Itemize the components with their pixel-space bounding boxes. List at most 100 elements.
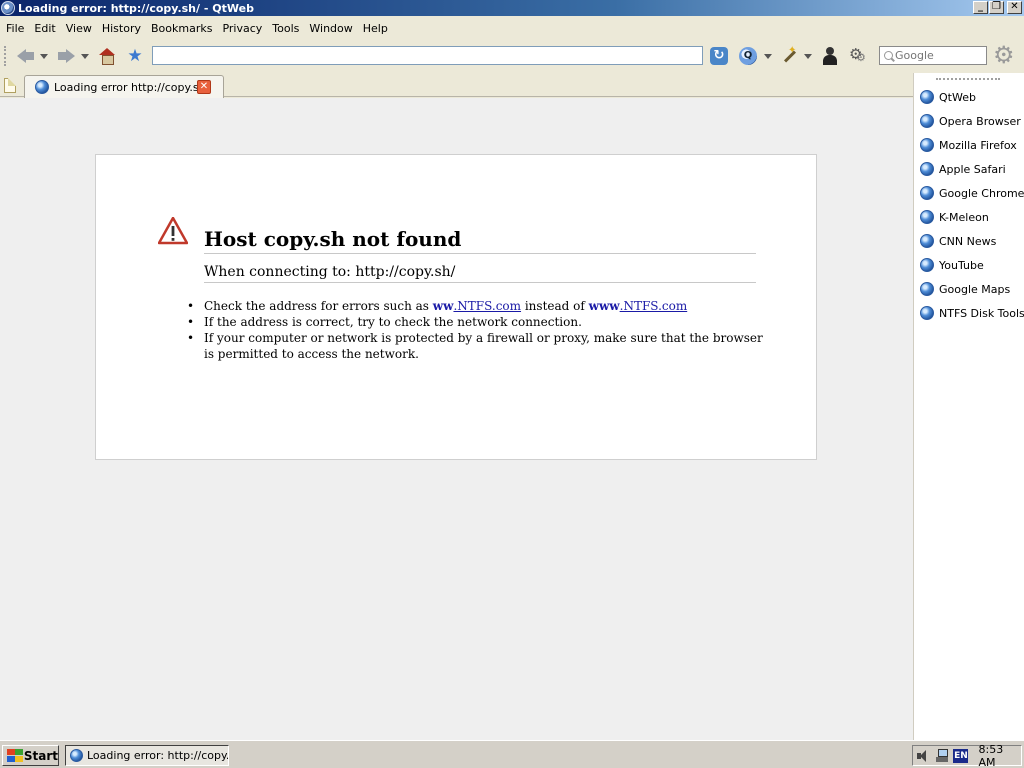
globe-icon xyxy=(920,114,934,128)
forward-button[interactable] xyxy=(56,46,76,66)
sidebar-item-label: Google Chrome xyxy=(939,186,1024,200)
sidebar-item-chrome[interactable]: Google Chrome xyxy=(920,184,1024,202)
chevron-down-icon xyxy=(81,53,89,59)
start-button[interactable]: Start xyxy=(2,745,59,766)
menu-bar: File Edit View History Bookmarks Privacy… xyxy=(0,17,1024,39)
close-tab-icon[interactable]: ✕ xyxy=(197,80,211,94)
sidebar-item-label: YouTube xyxy=(939,258,984,272)
menu-help[interactable]: Help xyxy=(358,22,393,35)
tip-bad-prefix: ww xyxy=(432,299,454,313)
error-title: Host copy.sh not found xyxy=(204,227,756,254)
magic-wand-button[interactable] xyxy=(780,45,798,66)
sidebar-item-label: Opera Browser xyxy=(939,114,1021,128)
language-indicator[interactable]: EN xyxy=(953,748,969,763)
error-subtitle: When connecting to: http://copy.sh/ xyxy=(204,264,756,283)
address-bar[interactable] xyxy=(152,46,703,65)
forward-arrow-icon xyxy=(57,48,75,64)
qtweb-menu-dropdown[interactable] xyxy=(762,46,774,66)
home-icon xyxy=(99,48,115,65)
tab-bar: Loading error http://copy.sh/ ✕ xyxy=(0,73,913,98)
bookmarks-sidebar: QtWeb Opera Browser Mozilla Firefox Appl… xyxy=(913,73,1024,740)
sidebar-item-label: CNN News xyxy=(939,234,997,248)
sidebar-item-label: Mozilla Firefox xyxy=(939,138,1017,152)
qtweb-logo-icon: Q xyxy=(739,47,757,65)
sidebar-item-qtweb[interactable]: QtWeb xyxy=(920,88,976,106)
sidebar-item-label: NTFS Disk Tools xyxy=(939,306,1024,320)
globe-icon xyxy=(920,186,934,200)
qtweb-app-icon xyxy=(70,749,83,762)
taskbar-window-button[interactable]: Loading error: http://copy.s... xyxy=(65,745,229,766)
sidebar-item-cnn[interactable]: CNN News xyxy=(920,232,996,250)
sidebar-item-ntfs-disk-tools[interactable]: NTFS Disk Tools xyxy=(920,304,1024,322)
menu-bookmarks[interactable]: Bookmarks xyxy=(146,22,217,35)
menu-window[interactable]: Window xyxy=(304,22,357,35)
reload-button[interactable]: ↻ xyxy=(709,46,729,66)
taskbar-window-label: Loading error: http://copy.s... xyxy=(87,749,229,762)
close-window-button[interactable]: ✕ xyxy=(1007,1,1022,14)
sidebar-item-firefox[interactable]: Mozilla Firefox xyxy=(920,136,1017,154)
taskbar: Start Loading error: http://copy.s... EN… xyxy=(0,740,1024,768)
chevron-down-icon xyxy=(764,53,772,59)
tip-check-address: Check the address for errors such as ww.… xyxy=(187,298,764,314)
window-title: Loading error: http://copy.sh/ - QtWeb xyxy=(18,1,254,15)
page-content: Host copy.sh not found When connecting t… xyxy=(0,98,913,740)
start-label: Start xyxy=(23,748,58,763)
toolbar-grip[interactable] xyxy=(4,46,7,66)
bookmark-button[interactable]: ★ xyxy=(126,46,144,66)
sidebar-grip[interactable] xyxy=(936,78,1000,80)
sidebar-item-safari[interactable]: Apple Safari xyxy=(920,160,1006,178)
tip-text: Check the address for errors such as xyxy=(204,299,433,313)
magic-wand-dropdown[interactable] xyxy=(802,46,814,66)
minimize-button[interactable]: _ xyxy=(973,1,988,14)
restore-button[interactable]: ❐ xyxy=(989,1,1004,14)
back-history-dropdown[interactable] xyxy=(38,46,50,66)
chevron-down-icon xyxy=(804,53,812,59)
forward-history-dropdown[interactable] xyxy=(79,46,91,66)
sidebar-item-youtube[interactable]: YouTube xyxy=(920,256,984,274)
settings-gear-icon[interactable]: ⚙ xyxy=(993,43,1015,67)
sidebar-item-label: Google Maps xyxy=(939,282,1011,296)
windows-logo-icon xyxy=(6,748,23,763)
tip-text: instead of xyxy=(521,299,589,313)
sidebar-item-kmeleon[interactable]: K-Meleon xyxy=(920,208,989,226)
qtweb-menu-button[interactable]: Q xyxy=(738,46,758,66)
good-example-link[interactable]: .NTFS.com xyxy=(620,299,688,313)
sidebar-item-label: K-Meleon xyxy=(939,210,989,224)
globe-icon xyxy=(920,210,934,224)
menu-edit[interactable]: Edit xyxy=(29,22,60,35)
title-bar[interactable]: Loading error: http://copy.sh/ - QtWeb _… xyxy=(0,0,1024,16)
system-tray: EN 8:53 AM xyxy=(912,743,1022,768)
sidebar-item-label: Apple Safari xyxy=(939,162,1006,176)
menu-file[interactable]: File xyxy=(1,22,29,35)
bad-example-link[interactable]: .NTFS.com xyxy=(453,299,521,313)
gears-icon xyxy=(849,45,867,65)
search-icon xyxy=(884,51,893,60)
menu-tools[interactable]: Tools xyxy=(267,22,304,35)
globe-icon xyxy=(920,306,934,320)
menu-view[interactable]: View xyxy=(61,22,97,35)
sidebar-item-label: QtWeb xyxy=(939,90,976,104)
tip-good-prefix: www xyxy=(588,299,620,313)
new-tab-icon[interactable] xyxy=(4,78,16,93)
globe-icon xyxy=(35,80,49,94)
incognito-user-icon xyxy=(823,47,837,65)
sidebar-item-google-maps[interactable]: Google Maps xyxy=(920,280,1010,298)
tools-button[interactable] xyxy=(848,45,868,66)
privacy-button[interactable] xyxy=(822,46,838,66)
error-panel: Host copy.sh not found When connecting t… xyxy=(95,154,817,460)
sidebar-item-opera[interactable]: Opera Browser xyxy=(920,112,1021,130)
volume-icon[interactable] xyxy=(917,749,930,762)
qtweb-app-icon[interactable] xyxy=(1,1,15,15)
clock[interactable]: 8:53 AM xyxy=(978,743,1021,768)
tab-loading-error[interactable]: Loading error http://copy.sh/ ✕ xyxy=(24,75,224,98)
back-button[interactable] xyxy=(16,46,36,66)
globe-icon xyxy=(920,282,934,296)
search-input[interactable] xyxy=(895,49,975,62)
search-field[interactable] xyxy=(879,46,987,65)
menu-history[interactable]: History xyxy=(97,22,146,35)
menu-privacy[interactable]: Privacy xyxy=(217,22,267,35)
tab-label: Loading error http://copy.sh/ xyxy=(54,80,210,94)
network-icon[interactable] xyxy=(936,748,949,763)
globe-icon xyxy=(920,162,934,176)
home-button[interactable] xyxy=(98,46,116,66)
